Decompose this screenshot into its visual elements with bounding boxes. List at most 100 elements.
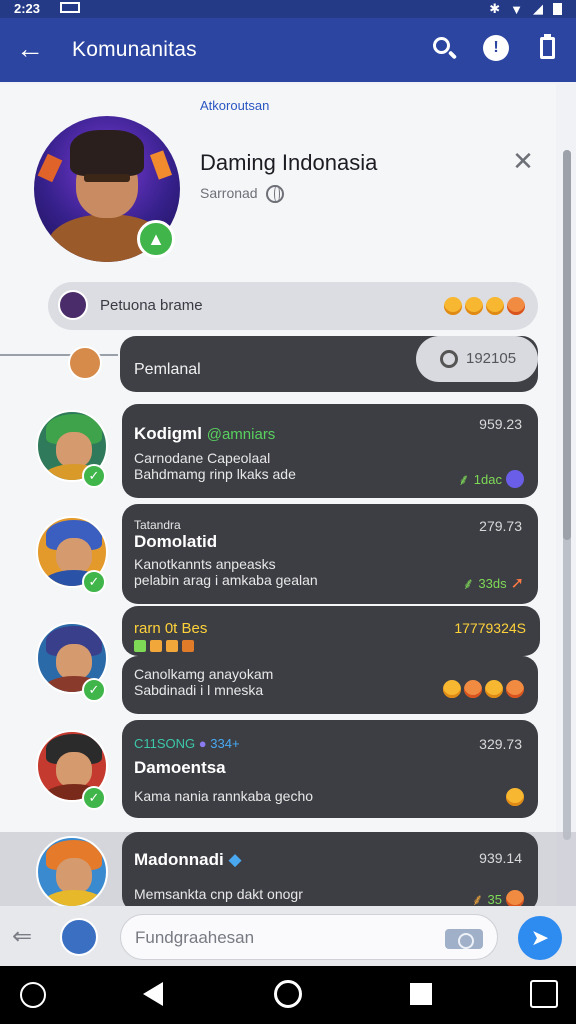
message-line: Kama nania rannkaba gecho (134, 788, 314, 804)
list-item[interactable]: Canolkamg anayokam Sabdinadi i l mneska (122, 656, 538, 714)
search-icon-handle (447, 50, 458, 60)
check-icon: ✓ (82, 786, 106, 810)
emoji-icon (443, 680, 461, 698)
nav-back-icon[interactable] (143, 982, 163, 1006)
wifi-icon: ▼ (510, 1, 523, 17)
general-avatar[interactable] (68, 346, 102, 380)
header-tail: 334+ (210, 736, 240, 751)
clipboard-button[interactable] (534, 34, 564, 64)
search-button[interactable] (430, 34, 460, 64)
info-button[interactable]: ! (482, 34, 512, 64)
message-header: C11SONG ● 334+ (134, 736, 240, 751)
close-icon: ✕ (512, 146, 534, 176)
emoji-icon (506, 788, 524, 806)
pinned-reactions[interactable] (444, 297, 525, 315)
status-time: 2:23 (14, 1, 41, 16)
mention-icon (440, 350, 458, 368)
signal-icon: ◢ (533, 1, 543, 16)
message-time: 939.14 (479, 850, 522, 866)
pinned-label: Petuona brame (100, 297, 203, 314)
clipboard-icon (540, 37, 555, 59)
close-button[interactable]: ✕ (510, 148, 536, 174)
app-bar: ← Komunanitas ! (0, 18, 576, 82)
scrollbar-thumb[interactable] (563, 150, 571, 540)
leaf-icon: ⸙ (457, 472, 470, 489)
message-line: Kanotkannts anpeasks (134, 556, 276, 572)
reaction-count: 35 (487, 891, 502, 907)
general-label: Pemlanal (134, 361, 201, 378)
message-time: 17779324S (454, 620, 526, 636)
message-title: rarn 0t Bes (134, 620, 208, 637)
author-name: Madonnadi (134, 850, 224, 869)
list-item[interactable]: Madonnadi ◆ 939.14 Memsankta cnp dakt on… (122, 832, 538, 912)
message-field[interactable] (120, 914, 498, 960)
composer-bar: ⇐ ➤ (0, 906, 576, 966)
status-bar: 2:23 ✱ ▼ ◢ (0, 0, 576, 18)
emoji-icon (506, 680, 524, 698)
list-item[interactable]: C11SONG ● 334+ Damoentsa 329.73 Kama nan… (122, 720, 538, 818)
back-button[interactable]: ← (14, 32, 46, 68)
message-line: Canolkamg anayokam (134, 666, 274, 682)
avatar[interactable] (36, 836, 108, 908)
avatar-brow (84, 174, 130, 182)
battery-icon (553, 3, 562, 15)
message-reactions[interactable] (443, 680, 524, 698)
message-input[interactable] (135, 925, 435, 951)
mention-count-pill[interactable]: 192105 (416, 336, 538, 382)
item-icons (134, 640, 194, 652)
group-subtitle: Sarronad (200, 185, 258, 201)
diamond-icon: ◆ (228, 850, 242, 869)
message-time: 279.73 (479, 518, 522, 534)
nav-recents-icon[interactable] (410, 983, 432, 1005)
globe-emoji-icon (506, 470, 524, 488)
message-line: Carnodane Capeolaal (134, 450, 271, 466)
system-nav-bar (0, 966, 576, 1024)
emoji-icon (507, 297, 525, 315)
arrow-left-icon: ← (16, 33, 44, 64)
emoji-icon (444, 297, 462, 315)
emoji-icon (465, 297, 483, 315)
header-tag[interactable]: Atkoroutsan (200, 98, 269, 113)
box-icon (166, 640, 178, 652)
message-reactions[interactable] (506, 788, 524, 806)
nav-home-icon[interactable] (274, 980, 302, 1008)
assistant-icon[interactable] (20, 982, 46, 1008)
message-author: Kodigml @amniars (134, 424, 275, 444)
clipboard-clip (544, 34, 551, 39)
list-item[interactable]: Kodigml @amniars 959.23 Carnodane Capeol… (122, 404, 538, 498)
arrow-left-icon[interactable]: ⇐ (12, 922, 32, 951)
list-item[interactable]: Tatandra Domolatid 279.73 Kanotkannts an… (122, 504, 538, 604)
message-line: Bahdmamg rinp lkaks ade (134, 466, 296, 482)
pinned-avatar (58, 290, 88, 320)
send-button[interactable]: ➤ (518, 916, 562, 960)
message-reactions[interactable]: ⸙ 1dac (458, 468, 524, 490)
mention-count: 192105 (466, 350, 517, 367)
pinned-message[interactable]: Petuona brame (48, 282, 538, 330)
author-name: Kodigml (134, 424, 202, 443)
camera-icon[interactable] (445, 929, 483, 949)
check-icon: ✓ (82, 570, 106, 594)
leaf-icon: ⸙ (462, 576, 475, 593)
reaction-count: 33ds (478, 575, 507, 591)
message-author: Damoentsa (134, 758, 226, 777)
search-icon (433, 37, 450, 54)
rocket-icon: ➚ (510, 575, 524, 592)
emoji-icon (486, 297, 504, 315)
status-icons: ✱ ▼ ◢ (489, 1, 562, 17)
check-icon: ✓ (82, 464, 106, 488)
author-handle: @amniars (206, 426, 276, 443)
message-reactions[interactable]: ⸙ 33ds ➚ (462, 572, 524, 594)
avatar-face (56, 644, 92, 680)
message-time: 329.73 (479, 736, 522, 752)
user-avatar[interactable] (60, 918, 98, 956)
avatar-face (56, 858, 92, 894)
info-icon: ! (483, 35, 509, 61)
list-item-header[interactable]: rarn 0t Bes 17779324S (122, 606, 540, 656)
screenshot-icon[interactable] (530, 980, 558, 1008)
orb-icon: ● (198, 736, 207, 751)
box-icon (182, 640, 194, 652)
box-icon (150, 640, 162, 652)
avatar-face (56, 752, 92, 788)
avatar-flame-right (149, 150, 173, 180)
message-author: Madonnadi ◆ (134, 850, 242, 870)
